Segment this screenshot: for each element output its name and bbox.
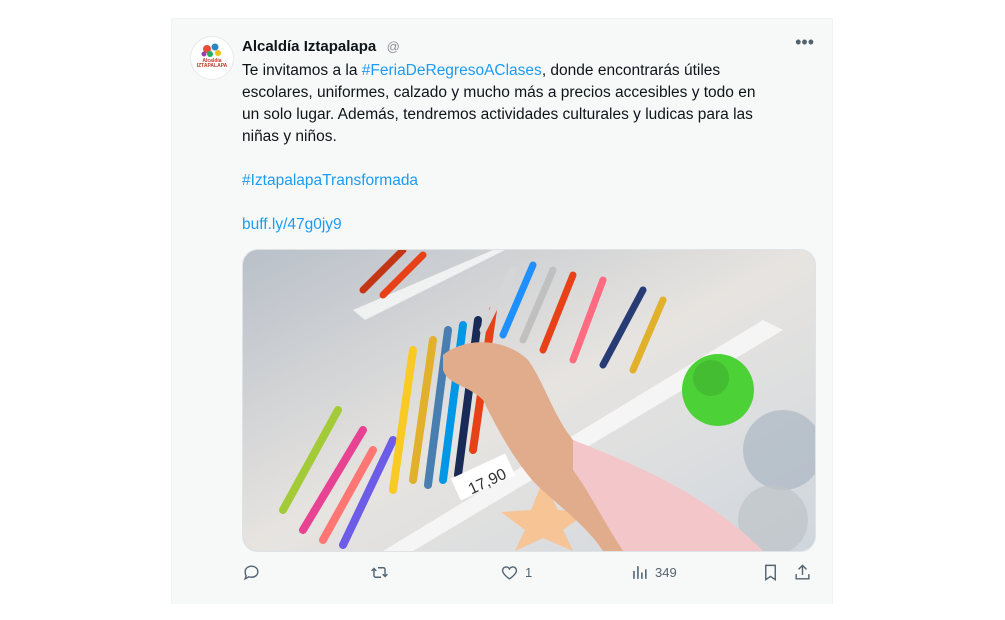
more-icon[interactable]: •••	[795, 32, 814, 53]
hashtag-iztapalapa[interactable]: #IztapalapaTransformada	[242, 172, 418, 189]
text-line: escolares, uniformes, calzado y mucho má…	[242, 84, 756, 101]
author-handle[interactable]: @	[387, 39, 400, 54]
share-button[interactable]	[793, 563, 812, 582]
tweet-text: Te invitamos a la #FeriaDeRegresoAClases…	[242, 60, 817, 236]
text-segment: , donde encontrarás útiles	[541, 62, 721, 79]
like-button[interactable]: 1	[500, 563, 532, 582]
views-button[interactable]: 349	[630, 563, 677, 582]
bookmark-icon	[765, 564, 776, 581]
school-supplies-photo: 17,90	[243, 250, 815, 551]
hashtag-feria[interactable]: #FeriaDeRegresoAClases	[362, 62, 542, 79]
reply-icon	[243, 565, 259, 581]
tweet-actions: 1 349	[242, 563, 817, 589]
like-icon	[501, 566, 518, 580]
bookmark-button[interactable]	[761, 563, 780, 582]
retweet-button[interactable]	[370, 563, 389, 582]
tweet-header: Alcaldía Iztapalapa @ •••	[242, 32, 818, 58]
retweet-icon	[371, 567, 388, 578]
avatar[interactable]: Alcaldía IZTAPALAPA	[190, 36, 234, 80]
text-line: niñas y niños.	[242, 128, 337, 145]
view-count: 349	[655, 565, 677, 580]
tweet-link[interactable]: buff.ly/47g0jy9	[242, 216, 342, 233]
views-icon	[633, 566, 647, 579]
text-line: un solo lugar. Además, tendremos activid…	[242, 106, 753, 123]
tweet-card[interactable]: Alcaldía IZTAPALAPA Alcaldía Iztapalapa …	[171, 18, 833, 604]
like-count: 1	[525, 565, 533, 580]
author-name[interactable]: Alcaldía Iztapalapa	[242, 38, 376, 55]
avatar-label: Alcaldía IZTAPALAPA	[196, 58, 228, 69]
share-icon	[795, 564, 810, 580]
tweet-image[interactable]: 17,90	[242, 249, 816, 552]
reply-button[interactable]	[242, 563, 261, 582]
text-segment: Te invitamos a la	[242, 62, 362, 79]
